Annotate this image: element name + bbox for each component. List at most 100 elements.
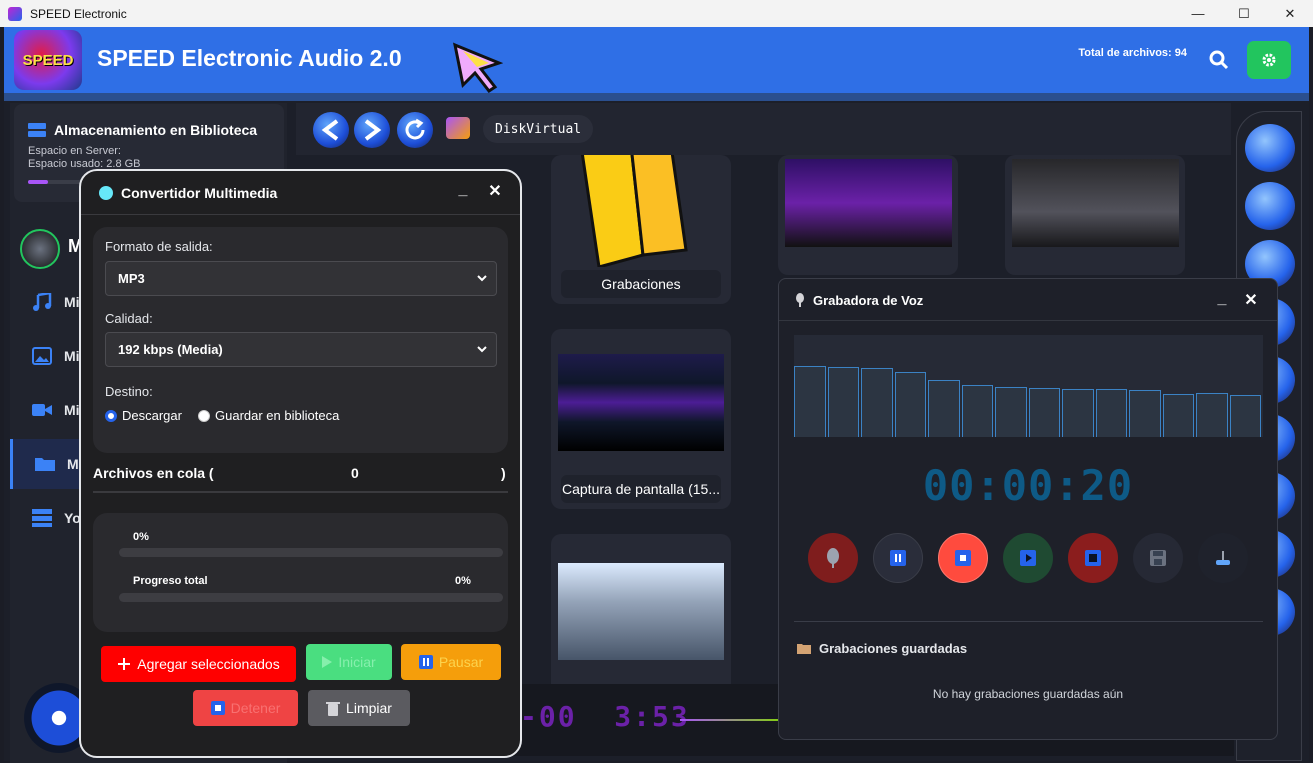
voice-recorder-dialog: Grabadora de Voz _ ✕ 00:00:20 Grabacione… — [778, 278, 1278, 740]
sidebar-item-label: Mi — [64, 402, 80, 418]
file-card[interactable] — [778, 155, 958, 275]
recorder-minimize-button[interactable]: _ — [1212, 290, 1232, 310]
audio-level-bar — [894, 371, 926, 437]
audio-level-bar — [928, 379, 960, 437]
destination-library-radio[interactable]: Guardar en biblioteca — [198, 408, 339, 423]
audio-level-bar — [995, 387, 1027, 437]
radio-dot — [105, 409, 117, 422]
music-icon — [33, 293, 52, 311]
record-button[interactable] — [808, 533, 858, 583]
audio-level-bar — [1229, 395, 1261, 437]
file-thumbnail — [558, 354, 724, 451]
avatar[interactable] — [20, 229, 60, 269]
file-progress-bar — [119, 548, 503, 557]
search-button[interactable] — [1203, 45, 1235, 75]
add-selected-button[interactable]: Agregar seleccionados — [101, 646, 296, 682]
storage-title: Almacenamiento en Biblioteca — [28, 122, 257, 138]
window-titlebar: SPEED Electronic — ☐ ✕ — [0, 0, 1313, 27]
app-icon — [8, 6, 22, 21]
file-progress-text: 0% — [133, 531, 149, 543]
progress-panel: 0% Progreso total 0% — [93, 513, 508, 632]
cursor-decoration-icon — [452, 42, 503, 93]
radio-label: Descargar — [122, 408, 182, 423]
recorder-stop-button[interactable] — [938, 533, 988, 583]
window-minimize-button[interactable]: — — [1175, 0, 1221, 27]
radio-label: Guardar en biblioteca — [215, 408, 340, 423]
player-progress-line — [680, 719, 778, 721]
clear-button[interactable]: Limpiar — [308, 690, 410, 726]
file-card-captura[interactable]: Captura de pantalla (15... — [551, 329, 731, 509]
refresh-button[interactable] — [397, 112, 433, 148]
quality-select[interactable]: 192 kbps (Media) — [105, 332, 497, 367]
arrow-right-icon — [364, 119, 382, 141]
search-icon — [1209, 50, 1229, 70]
pause-button[interactable]: Pausar — [401, 644, 501, 680]
audio-level-bar — [827, 366, 859, 437]
folder-yellow-icon — [580, 155, 688, 267]
file-toolbar: DiskVirtual — [296, 103, 1231, 155]
start-label: Iniciar — [338, 654, 376, 670]
storage-bar-fill — [28, 180, 48, 184]
player-time-left: -00 — [520, 700, 577, 733]
audio-level-bar — [961, 384, 993, 437]
video-icon — [32, 404, 52, 416]
recorder-upload-button[interactable] — [1198, 533, 1248, 583]
window-title: SPEED Electronic — [30, 6, 127, 21]
pause-icon — [418, 655, 433, 669]
player-time: -00 3:53 — [520, 700, 690, 733]
quality-label: Calidad: — [105, 311, 153, 326]
window-close-button[interactable]: ✕ — [1267, 0, 1313, 27]
stop-button[interactable]: Detener — [193, 690, 298, 726]
app-header: SPEED SPEED Electronic Audio 2.0 Total d… — [4, 27, 1309, 93]
total-files-count: Total de archivos: 94 — [1078, 47, 1187, 59]
recorder-save-button[interactable] — [1133, 533, 1183, 583]
queue-close-paren: ) — [501, 465, 506, 481]
file-thumbnail — [785, 159, 952, 247]
current-path[interactable]: DiskVirtual — [483, 115, 594, 143]
header-divider — [4, 93, 1309, 101]
queue-label: Archivos en cola ( — [93, 465, 214, 481]
arrow-left-icon — [321, 119, 339, 141]
recorder-pause-button[interactable] — [873, 533, 923, 583]
image-icon — [32, 347, 52, 365]
stop-icon — [210, 701, 225, 715]
recorder-title: Grabadora de Voz — [813, 293, 924, 308]
destination-download-radio[interactable]: Descargar — [105, 408, 182, 423]
player-time-right: 3:53 — [614, 700, 690, 733]
format-select[interactable]: MP3 — [105, 261, 497, 296]
forward-button[interactable] — [354, 112, 390, 148]
card-caption: Captura de pantalla (15... — [561, 475, 721, 503]
converter-minimize-button[interactable]: _ — [453, 181, 473, 201]
audio-level-bar — [1062, 389, 1094, 437]
recorder-play-button[interactable] — [1003, 533, 1053, 583]
folder-icon — [797, 644, 811, 654]
file-card[interactable] — [1005, 155, 1185, 275]
back-button[interactable] — [313, 112, 349, 148]
settings-button[interactable] — [1247, 41, 1291, 79]
total-progress-bar — [119, 593, 503, 602]
audio-level-bar — [1196, 393, 1228, 437]
recorder-divider — [794, 621, 1263, 622]
converter-close-button[interactable]: ✕ — [485, 181, 505, 201]
microphone-icon — [827, 548, 839, 568]
folder-card-grabaciones[interactable]: Grabaciones — [551, 155, 731, 304]
converter-dialog: Convertidor Multimedia _ ✕ Formato de sa… — [79, 169, 522, 758]
saved-recordings-empty: No hay grabaciones guardadas aún — [932, 687, 1124, 701]
plus-icon — [118, 658, 131, 670]
recorder-close-button[interactable]: ✕ — [1241, 290, 1261, 310]
start-button[interactable]: Iniciar — [306, 644, 392, 680]
audio-level-bar — [1162, 394, 1194, 437]
converter-header: Convertidor Multimedia _ ✕ — [81, 171, 520, 215]
total-progress-label: Progreso total — [133, 575, 208, 587]
recorder-discard-button[interactable] — [1068, 533, 1118, 583]
stop-label: Detener — [230, 700, 281, 716]
new-folder-icon[interactable] — [1245, 124, 1295, 172]
window-maximize-button[interactable]: ☐ — [1221, 0, 1267, 27]
sidebar-item-label: Mi — [64, 348, 80, 364]
add-selected-label: Agregar seleccionados — [137, 656, 280, 672]
queue-divider — [93, 491, 508, 493]
audio-level-bar — [794, 365, 826, 437]
file-card[interactable] — [551, 534, 731, 694]
audio-level-bar — [1028, 388, 1060, 437]
copy-icon[interactable] — [1245, 182, 1295, 230]
